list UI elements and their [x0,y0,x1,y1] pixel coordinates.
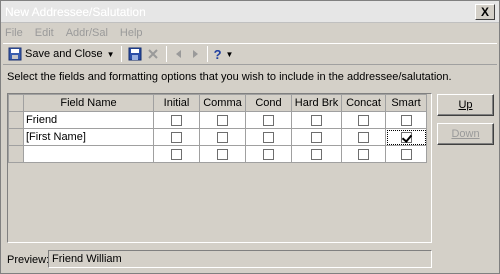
initial-checkbox[interactable] [171,131,182,143]
row-selector[interactable] [8,111,24,129]
preview-value: Friend William [52,253,122,265]
table-row[interactable]: [First Name] [8,128,427,146]
column-header-smart[interactable]: Smart [385,94,427,112]
initial-cell [153,128,200,146]
initial-cell [153,145,200,163]
help-icon: ? [213,46,222,62]
concat-checkbox[interactable] [358,114,369,126]
save-and-close-button[interactable]: Save and Close ▼ [6,45,117,63]
comma-checkbox[interactable] [217,114,228,126]
hard-brk-cell [291,145,342,163]
grid-header-row: Field Name Initial Comma Cond Hard Brk C… [8,94,427,112]
hard-brk-cell [291,111,342,129]
smart-cell [385,111,427,129]
down-button-label: Down [451,128,480,140]
cond-cell [245,111,292,129]
grid-body: Friend [First Name] [8,111,427,163]
initial-cell [153,111,200,129]
floppy-disk-icon [128,47,142,61]
column-header-comma[interactable]: Comma [199,94,246,112]
column-header-field-name[interactable]: Field Name [23,94,154,112]
concat-checkbox[interactable] [358,131,369,143]
hard-brk-checkbox[interactable] [311,148,322,160]
hard-brk-checkbox[interactable] [311,131,322,143]
comma-cell [199,111,246,129]
concat-checkbox[interactable] [358,148,369,160]
previous-button[interactable] [171,45,187,63]
field-name-cell[interactable] [23,145,154,163]
close-icon: X [480,5,489,19]
smart-cell [385,145,427,163]
fields-table: Field Name Initial Comma Cond Hard Brk C… [8,94,427,163]
cond-checkbox[interactable] [263,131,274,143]
save-close-icon [8,47,22,61]
column-header-hard-brk[interactable]: Hard Brk [291,94,342,112]
hard-brk-cell [291,128,342,146]
cond-cell [245,128,292,146]
chevron-down-icon[interactable]: ▼ [226,50,234,59]
concat-cell [341,145,386,163]
field-name-cell[interactable]: [First Name] [23,128,154,146]
column-header-initial[interactable]: Initial [153,94,200,112]
toolbar-separator [120,46,122,62]
save-button[interactable] [126,45,144,63]
concat-cell [341,128,386,146]
toolbar-separator [206,46,208,62]
smart-checkbox[interactable] [400,148,412,160]
title-bar: New Addressee/Salutation X [1,1,499,23]
smart-checkbox[interactable] [400,131,412,143]
cond-checkbox[interactable] [263,114,274,126]
cond-checkbox[interactable] [263,148,274,160]
row-selector[interactable] [8,128,24,146]
delete-x-icon [147,49,158,59]
chevron-down-icon[interactable]: ▼ [107,50,115,59]
close-button[interactable]: X [475,4,495,20]
row-header-corner [8,94,24,112]
menu-edit[interactable]: Edit [35,27,54,39]
down-button[interactable]: Down [437,123,494,145]
smart-checkbox[interactable] [400,114,412,126]
smart-cell [385,128,427,146]
row-selector[interactable] [8,145,24,163]
menu-addr-sal[interactable]: Addr/Sal [66,27,108,39]
comma-checkbox[interactable] [217,131,228,143]
column-header-cond[interactable]: Cond [245,94,292,112]
menu-bar: File Edit Addr/Sal Help [1,24,499,42]
dialog-window: New Addressee/Salutation X File Edit Add… [0,0,500,274]
instruction-text: Select the fields and formatting options… [7,71,452,83]
toolbar: Save and Close ▼ ? ▼ [3,43,497,65]
toolbar-separator [165,46,167,62]
window-title: New Addressee/Salutation [5,5,146,19]
preview-label: Preview: [7,254,50,266]
comma-checkbox[interactable] [217,148,228,160]
fields-grid: Field Name Initial Comma Cond Hard Brk C… [7,93,432,243]
up-button[interactable]: Up [437,94,494,116]
help-button[interactable]: ? ▼ [212,45,236,63]
hard-brk-checkbox[interactable] [311,114,322,126]
arrow-right-icon [192,50,198,58]
comma-cell [199,128,246,146]
menu-file[interactable]: File [5,27,23,39]
field-name-cell[interactable]: Friend [23,111,154,129]
column-header-concat[interactable]: Concat [341,94,386,112]
cond-cell [245,145,292,163]
table-row[interactable]: Friend [8,111,427,129]
table-row[interactable] [8,145,427,163]
concat-cell [341,111,386,129]
initial-checkbox[interactable] [171,148,182,160]
field-name-text: [First Name] [26,131,86,143]
delete-button[interactable] [144,45,162,63]
initial-checkbox[interactable] [171,114,182,126]
field-name-text: Friend [26,114,58,126]
arrow-left-icon [175,50,181,58]
up-button-label: Up [458,99,473,111]
preview-field: Friend William [48,250,432,268]
save-and-close-label: Save and Close [25,48,103,60]
comma-cell [199,145,246,163]
next-button[interactable] [187,45,203,63]
menu-help[interactable]: Help [120,27,143,39]
